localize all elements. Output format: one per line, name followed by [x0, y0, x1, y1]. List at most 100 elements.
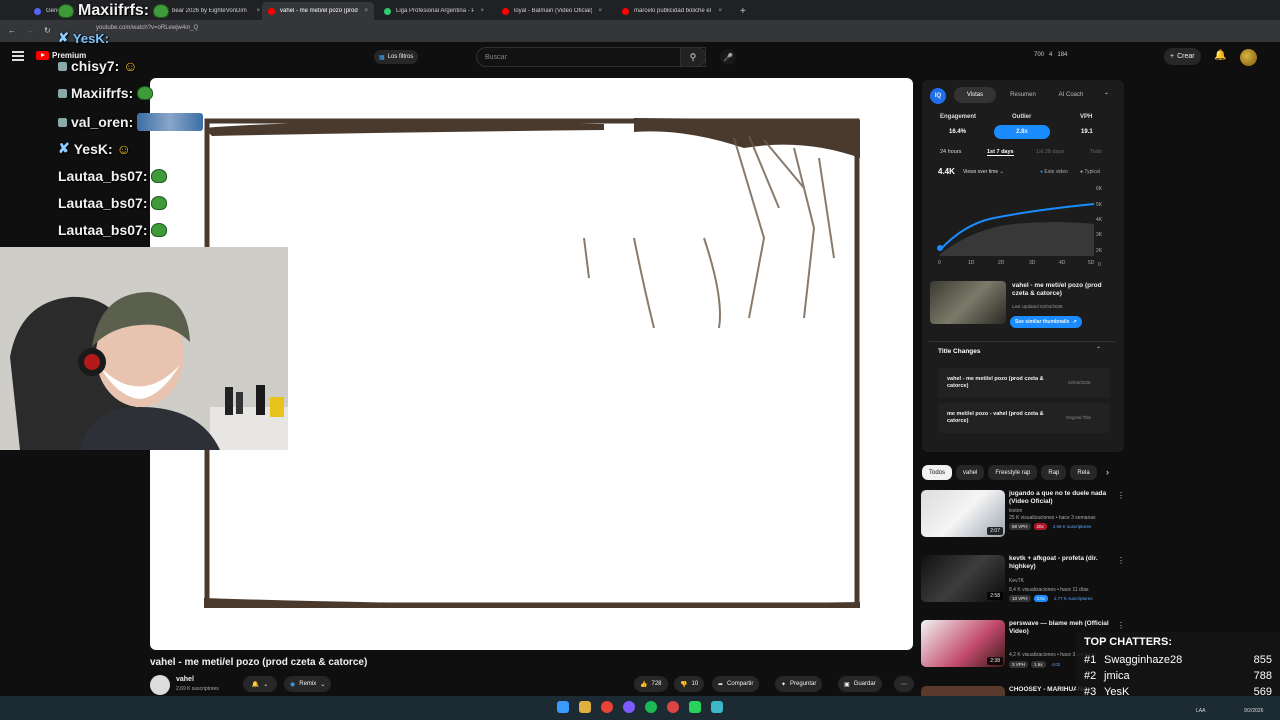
- close-tab-icon[interactable]: ×: [712, 8, 722, 14]
- forward-icon[interactable]: →: [26, 26, 34, 35]
- app-icon[interactable]: [711, 701, 723, 713]
- rec-item[interactable]: 2:58 kevtk + afkgoat - profeta (dir. hig…: [921, 555, 1125, 605]
- start-icon[interactable]: [557, 701, 569, 713]
- rec-thumbnail[interactable]: [921, 686, 1005, 696]
- tab-ai-coach[interactable]: AI Coach: [1050, 87, 1092, 103]
- url-field[interactable]: youtube.com/watch?v=oRLewjw4m_Q: [96, 25, 198, 37]
- reload-icon[interactable]: ↻: [44, 26, 51, 35]
- chip-rap[interactable]: Rap: [1041, 465, 1067, 480]
- rec-tag: 2,77 K suscriptores: [1054, 596, 1093, 601]
- chip-freestyle-rap[interactable]: Freestyle rap: [988, 465, 1038, 480]
- more-icon[interactable]: ⋮: [1117, 491, 1125, 500]
- back-icon[interactable]: ←: [8, 26, 16, 35]
- notification-button[interactable]: 🔔 ⌄: [243, 676, 277, 692]
- chevron-up-icon[interactable]: ⌃: [1104, 92, 1109, 99]
- tab-vistas[interactable]: Vistas: [954, 87, 996, 103]
- rec-thumbnail[interactable]: 2:58: [921, 555, 1005, 602]
- close-tab-icon[interactable]: ×: [250, 8, 260, 14]
- spotify-icon[interactable]: [645, 701, 657, 713]
- range-28d[interactable]: 1st 28 days: [1036, 149, 1064, 155]
- menu-icon[interactable]: [12, 51, 24, 61]
- more-icon[interactable]: ⋮: [1117, 556, 1125, 565]
- chip-vahel[interactable]: vahel: [956, 465, 985, 480]
- chevron-down-icon: ⌄: [263, 681, 269, 688]
- views-over-time-select[interactable]: Views over time ⌄: [963, 169, 1004, 175]
- stat-3: 184: [1057, 52, 1068, 58]
- rec-meta: 25 K visualizaciones • hace 3 semanas: [1009, 515, 1096, 521]
- extension-stats[interactable]: 700 4 184: [1034, 52, 1067, 58]
- rec-title[interactable]: jugando a que no te duele nada (Video Of…: [1009, 490, 1113, 506]
- save-button[interactable]: ▣ Guardar: [838, 676, 882, 692]
- more-icon[interactable]: ⋯: [894, 676, 914, 692]
- x-tick: 1D: [968, 260, 975, 266]
- taskbar-date[interactable]: 9/2/2026: [1244, 708, 1263, 714]
- search-input[interactable]: Buscar: [476, 47, 706, 67]
- title-change-date: 02/04/2026: [1068, 380, 1091, 385]
- tab-label: bear 2026 by EighteVonDim: [172, 8, 247, 14]
- avatar[interactable]: [1240, 49, 1257, 66]
- chevron-right-icon[interactable]: ›: [1106, 467, 1109, 477]
- vidiq-logo: IQ: [930, 88, 946, 104]
- browser-tab[interactable]: marcelo publicidad boliche el l ×: [616, 2, 728, 20]
- channel-avatar[interactable]: [150, 675, 170, 695]
- chevron-up-icon[interactable]: ⌃: [1096, 346, 1101, 353]
- app-icon[interactable]: [667, 701, 679, 713]
- range-all[interactable]: Todo: [1090, 149, 1102, 155]
- webcam-feed: [0, 247, 288, 450]
- chrome-icon[interactable]: [601, 701, 613, 713]
- range-24h[interactable]: 24 hours: [940, 149, 961, 155]
- similar-thumbnails-button[interactable]: See similar thumbnails ↗: [1010, 316, 1082, 328]
- close-tab-icon[interactable]: ×: [592, 8, 602, 14]
- discord-icon[interactable]: [623, 701, 635, 713]
- range-7d[interactable]: 1st 7 days: [987, 149, 1014, 156]
- close-tab-icon[interactable]: ×: [474, 8, 484, 14]
- create-button[interactable]: + Crear: [1164, 48, 1201, 65]
- chat-count: 855: [1253, 654, 1272, 666]
- create-label: Crear: [1177, 53, 1195, 60]
- rec-duration: 2:38: [987, 657, 1003, 665]
- chat-line: Maxiifrfs:: [58, 85, 154, 101]
- bell-icon[interactable]: 🔔: [1214, 50, 1226, 61]
- mic-icon[interactable]: 🎤: [720, 49, 736, 65]
- rec-channel[interactable]: leston: [1009, 508, 1022, 514]
- browser-tab[interactable]: loyal - Balmain (Video Oficial) ×: [496, 2, 608, 20]
- language-indicator[interactable]: LAA: [1196, 708, 1205, 714]
- like-button[interactable]: 👍 728: [634, 676, 668, 692]
- close-tab-icon[interactable]: ×: [358, 8, 368, 14]
- rec-channel[interactable]: KevTK: [1009, 578, 1024, 584]
- file-explorer-icon[interactable]: [579, 701, 591, 713]
- chip-related[interactable]: Rela: [1070, 465, 1097, 480]
- search-icon[interactable]: ⚲: [680, 47, 706, 67]
- tab-resumen[interactable]: Resumen: [1002, 87, 1044, 103]
- tab-favicon-icon: [384, 7, 391, 15]
- thumbs-down-icon: 👎: [680, 681, 688, 688]
- kick-icon[interactable]: [689, 701, 701, 713]
- card-title: vahel - me meti/el pozo (prod czeta & ca…: [1012, 282, 1102, 297]
- dislike-button[interactable]: 👎 10: [674, 676, 705, 692]
- legend-dot-icon: ●: [1080, 169, 1084, 175]
- card-updated: Last Updated 02/04/2026: [1012, 304, 1063, 309]
- rec-tags: 58 VPH 20x 2,56 K suscriptores: [1009, 523, 1094, 530]
- filters-button[interactable]: ▦ Los filtros: [374, 50, 419, 64]
- more-icon[interactable]: ⋮: [1117, 621, 1125, 630]
- rec-thumbnail[interactable]: 2:07: [921, 490, 1005, 537]
- x-tick: 2D: [998, 260, 1005, 266]
- rank: #2: [1084, 670, 1097, 682]
- remix-button[interactable]: ◉ Remix ⌄: [284, 676, 332, 692]
- views-total: 4.4K: [938, 167, 955, 176]
- rec-title[interactable]: kevtk + afkgoat - profeta (dir. highkey): [1009, 555, 1113, 571]
- metric-value-badge: 2.8x: [994, 125, 1050, 139]
- x-tick: 3D: [1029, 260, 1036, 266]
- ask-button[interactable]: ✦ Preguntar: [775, 676, 823, 692]
- chat-user: chisy7:: [71, 58, 120, 74]
- browser-tab[interactable]: vahel - me meti/el pozo (prod ×: [262, 2, 374, 20]
- rec-item[interactable]: 2:07 jugando a que no te duele nada (Vid…: [921, 490, 1125, 540]
- share-button[interactable]: ➦ Compartir: [712, 676, 760, 692]
- metric-label: Outlier: [1012, 114, 1032, 120]
- channel-name[interactable]: vahel: [176, 676, 194, 683]
- chip-todos[interactable]: Todos: [922, 465, 953, 480]
- rec-thumbnail[interactable]: 2:38: [921, 620, 1005, 667]
- browser-tab[interactable]: Liga Profesional Argentina - Pl ×: [378, 2, 490, 20]
- new-tab-button[interactable]: +: [734, 2, 752, 20]
- browser-tab[interactable]: bear 2026 by EighteVonDim ×: [154, 2, 266, 20]
